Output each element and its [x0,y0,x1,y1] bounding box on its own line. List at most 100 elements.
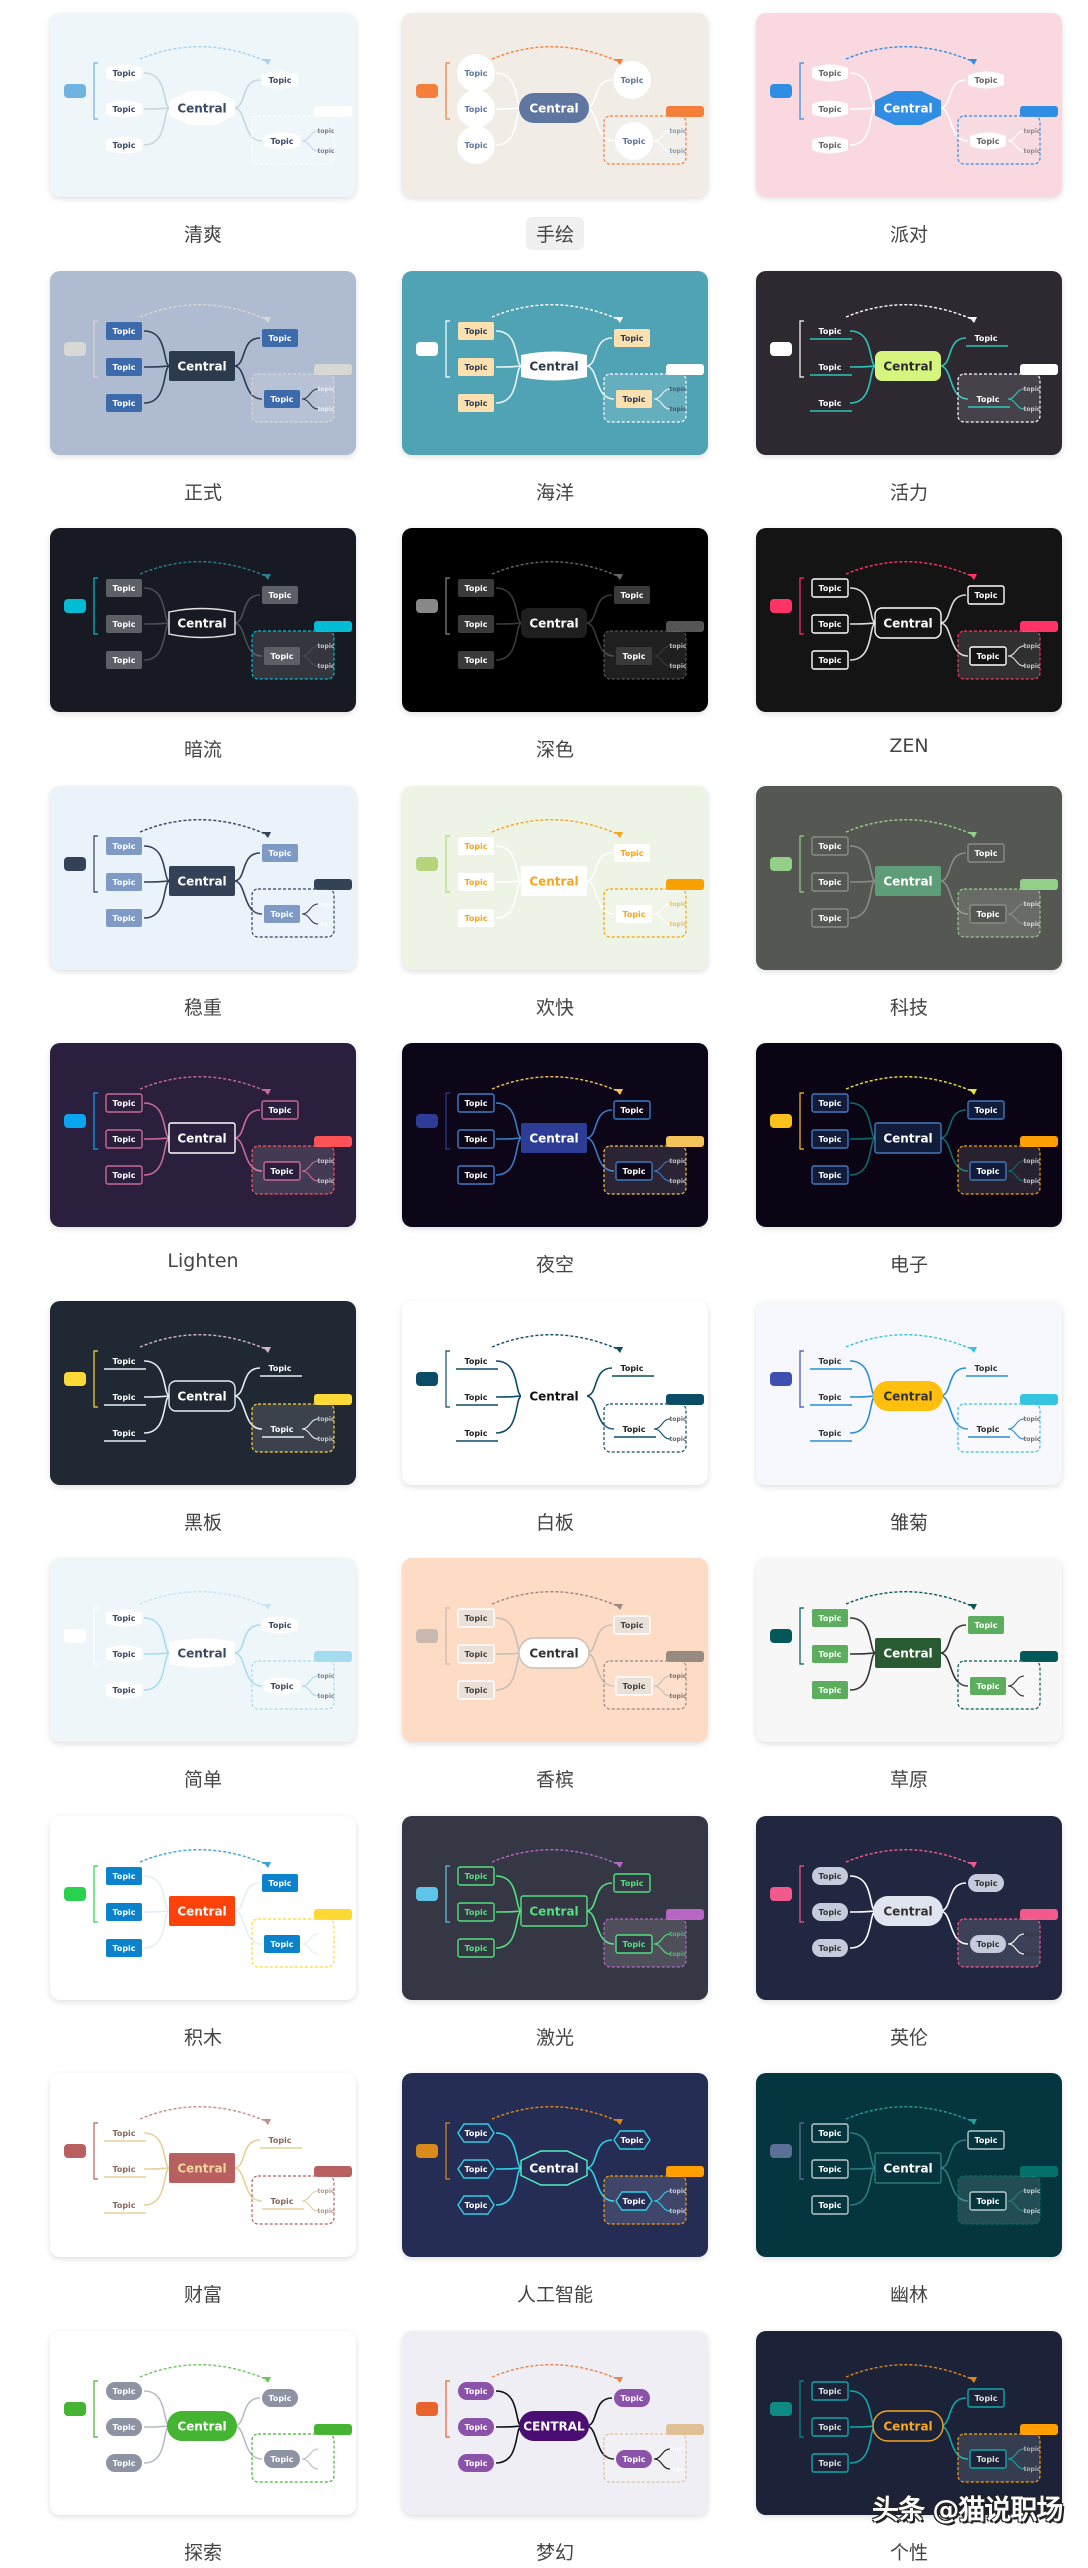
theme-card-4[interactable]: topic topic Topic Topic Topic Topic Topic Centr… [402,270,708,455]
theme-card-2[interactable]: topic topic Topic Topic Topic Topic Topic Centr… [756,13,1062,197]
arrow-head-icon [615,574,623,580]
connector-line [495,587,523,624]
connector-line [495,622,523,625]
theme-name-label[interactable]: 电子 [756,1247,1062,1280]
theme-card-21[interactable]: topic topic Topic Topic Topic Topic Topic Centr… [50,1815,356,2000]
boundary-label [666,1136,704,1147]
boundary-label [314,878,352,890]
arrow-head-icon [969,1861,977,1868]
topic-text: Topic [818,1650,841,1659]
arrow-head-icon [263,2119,271,2125]
theme-name-label[interactable]: Lighten [50,1247,356,1275]
subtopic-text: topic [1024,1951,1041,1958]
theme-name-label[interactable]: ZEN [756,732,1062,760]
theme-card-20[interactable]: topic topic Topic Topic Topic Topic Topic Centr… [756,1558,1062,1742]
theme-name-label[interactable]: 雏菊 [756,1505,1062,1538]
theme-card-11[interactable]: topic topic Topic Topic Topic Topic Topic Centr… [756,785,1062,970]
connector-line [233,1881,261,1912]
theme-card-26[interactable]: topic topic Topic Topic Topic Topic Topic Centr… [756,2073,1062,2257]
theme-name-label[interactable]: 暗流 [50,732,356,765]
arrow-head-icon [263,59,271,65]
theme-card-13[interactable]: topic topic Topic Topic Topic Topic Topic Centr… [402,1043,708,1227]
arrow-head-icon [263,316,271,323]
theme-name-label[interactable]: 幽林 [756,2277,1062,2310]
topic-text: Topic [622,1167,645,1176]
subtopic-text: topic [670,2188,687,2195]
theme-name-label[interactable]: 英伦 [756,2020,1062,2053]
theme-card-1[interactable]: topic topic Topic Topic Topic Topic Topic Centr… [402,13,708,197]
theme-card-27[interactable]: topic topic Topic Topic Topic Topic Topic Centr… [50,2330,356,2515]
theme-card-5[interactable]: topic topic Topic Topic Topic Topic Topic Centr… [756,270,1062,455]
theme-name-label[interactable]: 人工智能 [402,2277,708,2310]
theme-name-label[interactable]: 激光 [402,2020,708,2053]
subtopic-text: topic [670,1693,687,1700]
topic-text: Topic [112,398,135,407]
summary-node [64,2144,86,2158]
connector-line [849,1102,877,1139]
theme-name-label[interactable]: 活力 [756,475,1062,508]
theme-name-label[interactable]: 派对 [756,217,1062,250]
subtopic-text: topic [1024,406,1041,413]
theme-card-24[interactable]: topic topic Topic Topic Topic Topic Topic Centr… [50,2073,356,2257]
summary-node [416,856,438,871]
connector-line [849,107,877,110]
theme-card-19[interactable]: topic topic Topic Topic Topic Topic Topic Centr… [402,1558,708,1742]
theme-name-label[interactable]: 深色 [402,732,708,765]
theme-name-label[interactable]: 清爽 [50,217,356,250]
theme-name-label[interactable]: 白板 [402,1505,708,1538]
theme-card-16[interactable]: topic topic Topic Topic Topic Topic Topic Centr… [402,1300,708,1485]
theme-card-23[interactable]: topic topic Topic Topic Topic Topic Topic Centr… [756,1815,1062,2000]
theme-name-label[interactable]: 黑板 [50,1505,356,1538]
theme-card-15[interactable]: topic topic Topic Topic Topic Topic Topic Centr… [50,1300,356,1485]
theme-card-18[interactable]: topic topic Topic Topic Topic Topic Topic Centr… [50,1558,356,1742]
central-text: Central [177,1904,226,1918]
theme-card-6[interactable]: topic topic Topic Topic Topic Topic Topic Centr… [50,528,356,712]
topic-text: Topic [622,137,645,146]
theme-name-label[interactable]: 科技 [756,990,1062,1023]
theme-card-3[interactable]: topic topic Topic Topic Topic Topic Topic Centr… [50,270,356,455]
theme-card-22[interactable]: topic topic Topic Topic Topic Topic Topic Centr… [402,1815,708,2000]
arrow-head-icon [615,1089,623,1095]
theme-card-25[interactable]: topic topic Topic Topic Topic Topic Topic Centr… [402,2073,708,2257]
theme-name-label[interactable]: 个性 [756,2535,1062,2568]
theme-name-label[interactable]: 欢快 [402,990,708,1023]
boundary-label [314,621,352,632]
theme-name-label[interactable]: 梦幻 [402,2535,708,2568]
theme-card-17[interactable]: topic topic Topic Topic Topic Topic Topic Centr… [756,1300,1062,1485]
theme-card-8[interactable]: topic topic Topic Topic Topic Topic Topic Centr… [756,528,1062,712]
connector-line [233,1109,261,1139]
theme-card-9[interactable]: topic topic Topic Topic Topic Topic Topic Centr… [50,785,356,970]
theme-card-14[interactable]: topic topic Topic Topic Topic Topic Topic Centr… [756,1043,1062,1227]
theme-card-0[interactable]: topic topic Topic Topic Topic Topic Topic Centr… [50,13,356,197]
theme-card-10[interactable]: topic topic Topic Topic Topic Topic Topic Centr… [402,785,708,970]
summary-node [770,1114,792,1128]
theme-card-7[interactable]: topic topic Topic Topic Topic Topic Topic Centr… [402,528,708,712]
theme-card-29[interactable]: topic topic Topic Topic Topic Topic Topic Centr… [756,2330,1062,2515]
theme-name-label[interactable]: 草原 [756,1762,1062,1795]
theme-name-label[interactable]: 财富 [50,2277,356,2310]
theme-name-label[interactable]: 夜空 [402,1247,708,1280]
connector-line [495,1652,523,1655]
topic-text: Topic [112,2129,135,2138]
theme-name-text: 香槟 [535,1769,574,1791]
theme-card-28[interactable]: topic topic Topic Topic Topic Topic Topic CENTR… [402,2330,708,2515]
connector-line [849,2424,877,2464]
summary-node [416,1886,438,1901]
theme-name-label[interactable]: 稳重 [50,990,356,1023]
theme-name-text: 活力 [889,481,928,504]
theme-card-12[interactable]: topic topic Topic Topic Topic Topic Topic Centr… [50,1043,356,1227]
connector-line [849,1909,877,1913]
theme-name-label[interactable]: 手绘 [402,217,708,250]
theme-name-label[interactable]: 海洋 [402,475,708,508]
topic-text: Topic [464,69,487,78]
summary-bracket [93,834,98,893]
subtopic-text: topic [318,406,335,413]
theme-name-label[interactable]: 积木 [50,2020,356,2053]
connector-line [849,879,877,883]
mindmap-preview: topic topic Topic Topic Topic Topic Topic Centr… [64,303,352,423]
theme-name-label[interactable]: 简单 [50,1762,356,1795]
mindmap-preview: topic topic Topic Topic Topic Topic Topic Centr… [770,1848,1058,1968]
theme-name-label[interactable]: 探索 [50,2535,356,2568]
theme-name-label[interactable]: 正式 [50,475,356,508]
theme-name-label[interactable]: 香槟 [402,1762,708,1795]
